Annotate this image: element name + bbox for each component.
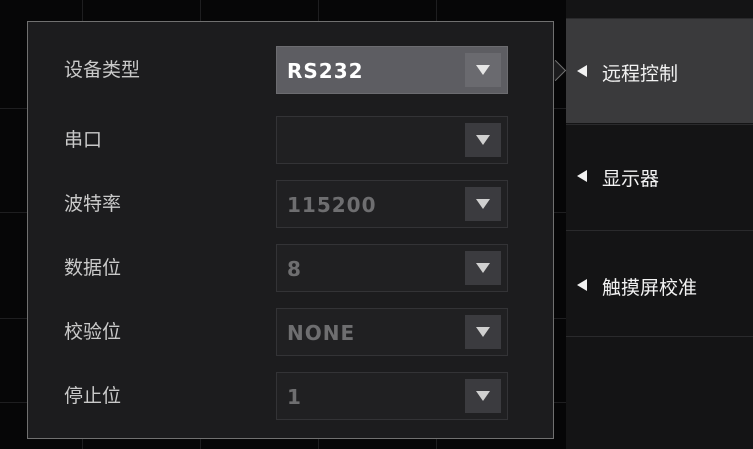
menu-item-remote-control[interactable]: 远程控制 [566,19,753,123]
data-bits-value: 8 [287,257,302,281]
parity-value: NONE [287,321,356,345]
dropdown-button[interactable] [465,315,501,349]
setting-row-serial-port: 串口 [28,116,555,164]
triangle-down-icon [476,327,490,337]
device-type-select[interactable]: RS232 [276,46,508,94]
triangle-down-icon [476,391,490,401]
dropdown-button[interactable] [465,53,501,87]
baud-rate-label: 波特率 [64,193,122,215]
baud-rate-select[interactable]: 115200 [276,180,508,228]
triangle-down-icon [476,199,490,209]
parity-select[interactable]: NONE [276,308,508,356]
serial-settings-panel: 设备类型 RS232 串口 波特率 115200 数据位 8 校验位 NONE … [27,21,554,439]
dropdown-button[interactable] [465,123,501,157]
menu-divider [566,336,753,337]
triangle-left-icon [577,170,587,182]
setting-row-data-bits: 数据位 8 [28,244,555,292]
menu-item-display[interactable]: 显示器 [566,125,753,229]
device-type-value: RS232 [287,59,364,83]
stop-bits-label: 停止位 [64,385,122,407]
triangle-down-icon [476,135,490,145]
setting-row-stop-bits: 停止位 1 [28,372,555,420]
stop-bits-value: 1 [287,385,302,409]
setting-row-parity: 校验位 NONE [28,308,555,356]
side-menu: 远程控制 显示器 触摸屏校准 [566,0,753,449]
menu-item-label: 显示器 [602,168,660,190]
dropdown-button[interactable] [465,187,501,221]
data-bits-select[interactable]: 8 [276,244,508,292]
menu-item-touch-calibration[interactable]: 触摸屏校准 [566,231,753,335]
dropdown-button[interactable] [465,379,501,413]
serial-port-label: 串口 [64,129,103,151]
parity-label: 校验位 [64,321,122,343]
data-bits-label: 数据位 [64,257,122,279]
setting-row-baud-rate: 波特率 115200 [28,180,555,228]
device-type-label: 设备类型 [64,59,141,81]
dropdown-button[interactable] [465,251,501,285]
serial-port-select[interactable] [276,116,508,164]
triangle-down-icon [476,65,490,75]
stop-bits-select[interactable]: 1 [276,372,508,420]
setting-row-device-type: 设备类型 RS232 [28,46,555,94]
baud-rate-value: 115200 [287,193,377,217]
triangle-left-icon [577,279,587,291]
menu-item-label: 触摸屏校准 [602,277,698,299]
menu-item-label: 远程控制 [602,63,679,85]
triangle-left-icon [577,65,587,77]
triangle-down-icon [476,263,490,273]
